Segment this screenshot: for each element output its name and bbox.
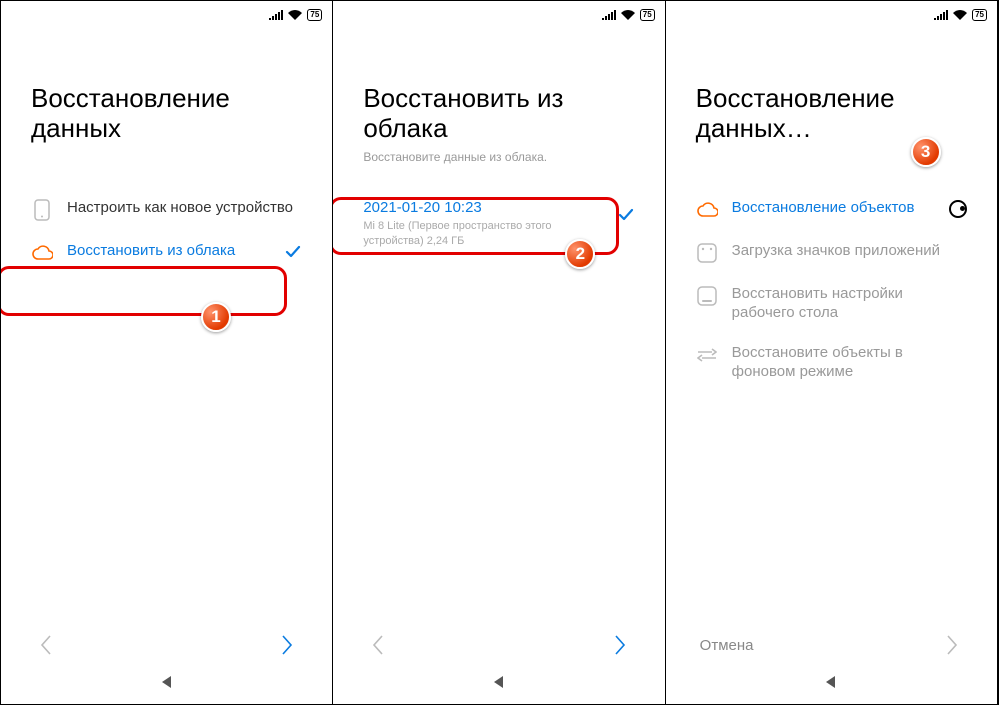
battery-indicator: 75 xyxy=(307,9,322,21)
cloud-icon xyxy=(31,242,53,264)
system-nav xyxy=(666,664,997,704)
panel-cloud-backup-list: 75 Восстановить из облака Восстановите д… xyxy=(333,1,665,704)
panel2-subtitle: Восстановите данные из облака. xyxy=(363,150,634,164)
signal-icon xyxy=(934,10,948,20)
panel2-content: Восстановить из облака Восстановите данн… xyxy=(333,29,664,664)
nav-forward-button[interactable] xyxy=(941,634,963,656)
battery-indicator: 75 xyxy=(640,9,655,21)
nav-back-button[interactable] xyxy=(367,634,389,656)
cloud-icon xyxy=(696,199,718,221)
battery-indicator: 75 xyxy=(972,9,987,21)
wifi-icon xyxy=(953,10,967,20)
panel-restore-choice: 75 Восстановление данных Настроить как н… xyxy=(1,1,333,704)
system-back-icon[interactable] xyxy=(824,675,838,694)
step-badge-1: 1 xyxy=(201,302,231,332)
desktop-icon xyxy=(696,285,718,307)
progress-item-2-label: Загрузка значков приложений xyxy=(732,241,967,261)
progress-item-3-label: Восстановить настройки рабочего стола xyxy=(732,284,967,323)
option-restore-from-cloud[interactable]: Восстановить из облака xyxy=(31,231,302,274)
check-icon xyxy=(617,206,635,224)
panel1-title: Восстановление данных xyxy=(31,84,302,144)
progress-item-restore-objects: Восстановление объектов xyxy=(696,188,967,231)
nav-forward-button[interactable] xyxy=(276,634,298,656)
cancel-button[interactable]: Отмена xyxy=(700,637,754,654)
option-setup-label: Настроить как новое устройство xyxy=(67,198,302,218)
nav-back-button[interactable] xyxy=(35,634,57,656)
system-back-icon[interactable] xyxy=(160,675,174,694)
system-nav xyxy=(333,664,664,704)
wifi-icon xyxy=(621,10,635,20)
backup-device-info: Mi 8 Lite (Первое пространство этого уст… xyxy=(363,219,602,248)
status-bar: 75 xyxy=(1,1,332,29)
nav-forward-button[interactable] xyxy=(609,634,631,656)
background-icon xyxy=(696,344,718,366)
backup-timestamp: 2021-01-20 10:23 xyxy=(363,198,602,218)
progress-item-4-label: Восстановите объекты в фоновом режиме xyxy=(732,343,967,382)
panel2-bottom-nav xyxy=(333,634,664,656)
battery-percent: 75 xyxy=(640,9,655,21)
progress-item-1-label: Восстановление объектов xyxy=(732,198,935,218)
loading-spinner-icon xyxy=(949,200,967,218)
battery-percent: 75 xyxy=(307,9,322,21)
check-icon xyxy=(284,243,302,261)
signal-icon xyxy=(602,10,616,20)
backup-entry[interactable]: 2021-01-20 10:23 Mi 8 Lite (Первое прост… xyxy=(363,192,634,254)
panel1-content: Восстановление данных Настроить как ново… xyxy=(1,29,332,664)
panel1-bottom-nav xyxy=(1,634,332,656)
status-bar: 75 xyxy=(333,1,664,29)
panel3-bottom-nav: Отмена xyxy=(666,634,997,656)
battery-percent: 75 xyxy=(972,9,987,21)
panel2-title: Восстановить из облака xyxy=(363,84,634,144)
progress-item-background-restore: Восстановите объекты в фоновом режиме xyxy=(696,333,967,392)
option-cloud-label: Восстановить из облака xyxy=(67,241,270,261)
phone-icon xyxy=(31,199,53,221)
wifi-icon xyxy=(288,10,302,20)
panel3-content: Восстановление данных… 3 Восстановление … xyxy=(666,29,997,664)
app-icons-icon xyxy=(696,242,718,264)
panel-restore-progress: 75 Восстановление данных… 3 Восстановлен… xyxy=(666,1,998,704)
progress-item-download-icons: Загрузка значков приложений xyxy=(696,231,967,274)
option-setup-as-new[interactable]: Настроить как новое устройство xyxy=(31,188,302,231)
system-nav xyxy=(1,664,332,704)
status-bar: 75 xyxy=(666,1,997,29)
progress-item-desktop-settings: Восстановить настройки рабочего стола xyxy=(696,274,967,333)
signal-icon xyxy=(269,10,283,20)
panel3-title: Восстановление данных… xyxy=(696,84,967,144)
system-back-icon[interactable] xyxy=(492,675,506,694)
